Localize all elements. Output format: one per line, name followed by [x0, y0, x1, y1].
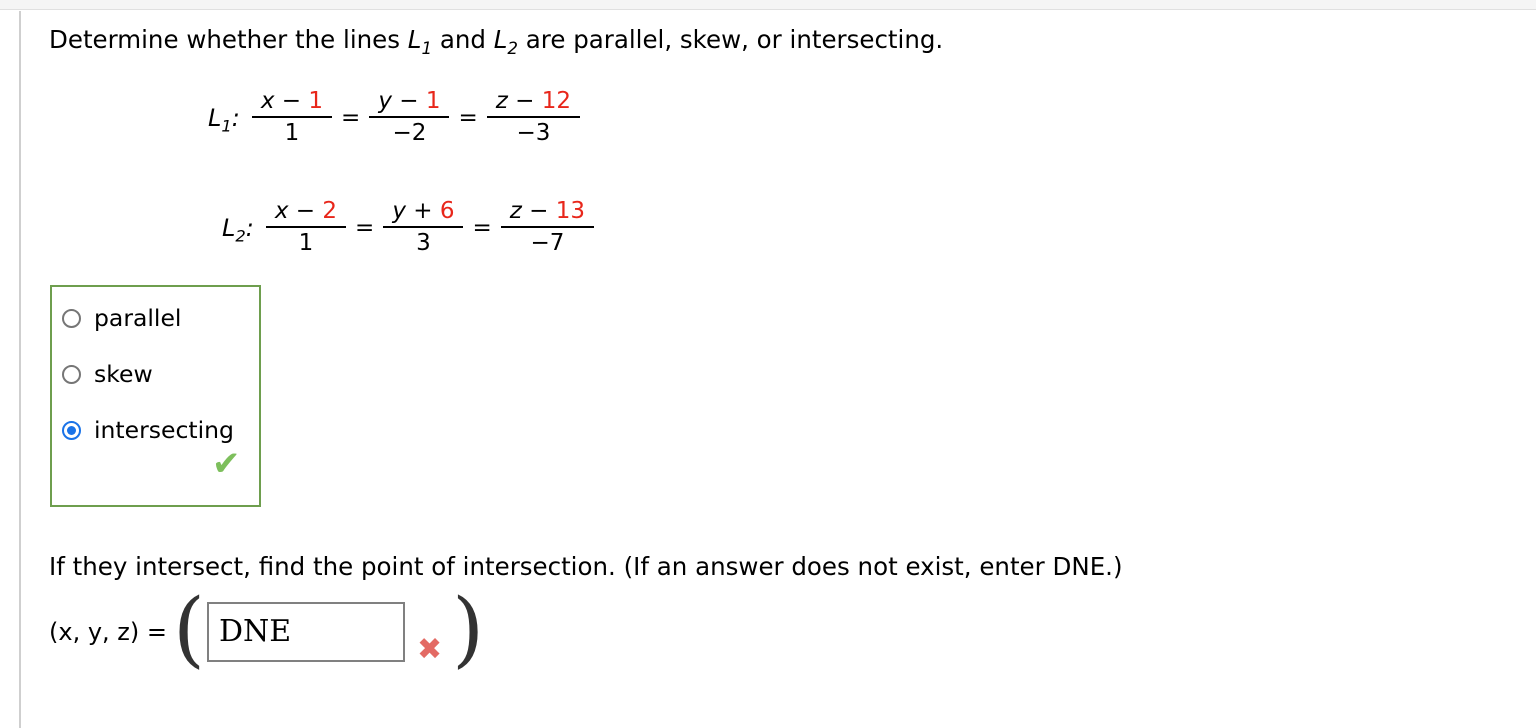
- prompt-text-lead: Determine whether the lines: [49, 25, 408, 54]
- eq2-y-operator: +: [405, 198, 440, 224]
- eq1-z-operator: −: [507, 88, 542, 114]
- eq2-z-variable: z: [509, 198, 522, 224]
- equation-2-numerator-x: x − 2: [266, 198, 346, 226]
- prompt-L2-symbol: L: [493, 25, 508, 54]
- eq2-x-variable: x: [274, 198, 289, 224]
- equation-1-numerator-y: y − 1: [369, 88, 449, 116]
- equation-2-label-letter: L: [222, 214, 236, 243]
- equation-2-numerator-y: y + 6: [383, 198, 463, 226]
- equation-1-denominator-x: 1: [284, 120, 300, 146]
- radio-option-parallel[interactable]: parallel: [62, 303, 181, 333]
- equation-line-2: L2: x − 2 1 = y + 6 3 = z − 13 −7: [222, 198, 597, 256]
- eq2-z-operator: −: [521, 198, 556, 224]
- radio-option-skew[interactable]: skew: [62, 359, 153, 389]
- equation-2-numerator-z: z − 13: [501, 198, 594, 226]
- incorrect-cross-icon: ✖: [416, 631, 443, 667]
- equation-1-numerator-z: z − 12: [487, 88, 580, 116]
- eq1-z-constant: 12: [541, 88, 572, 114]
- close-paren: ): [452, 582, 485, 677]
- prompt-L1-subscript: 1: [421, 38, 433, 58]
- prompt-text-and: and: [432, 25, 494, 54]
- equation-2-label-colon: :: [245, 214, 254, 243]
- prompt-L2-subscript: 2: [507, 38, 518, 58]
- equation-2-fraction-y: y + 6 3: [383, 198, 464, 256]
- question-content: Determine whether the lines L1 and L2 ar…: [0, 0, 1536, 728]
- eq2-y-variable: y: [392, 198, 406, 224]
- eq2-x-operator: −: [288, 198, 323, 224]
- eq2-z-constant: 13: [555, 198, 586, 224]
- radio-label-parallel: parallel: [94, 304, 182, 332]
- prompt-L1-symbol: L: [407, 25, 422, 54]
- eq1-x-constant: 1: [308, 88, 324, 114]
- equation-2-equals-2: =: [472, 215, 492, 241]
- eq1-x-operator: −: [274, 88, 309, 114]
- equation-2-fraction-z: z − 13 −7: [500, 198, 595, 256]
- eq2-y-constant: 6: [439, 198, 455, 224]
- equation-1-equals-1: =: [341, 105, 361, 131]
- equation-1-label-colon: :: [231, 104, 240, 133]
- equation-1-numerator-x: x − 1: [252, 88, 332, 116]
- answer-choice-group: parallel skew intersecting ✔: [50, 285, 261, 507]
- equation-1-fraction-y: y − 1 −2: [369, 88, 450, 146]
- radio-label-intersecting: intersecting: [94, 416, 234, 444]
- equation-1-label-letter: L: [208, 104, 222, 133]
- question-prompt-intersection-point: If they intersect, find the point of int…: [49, 552, 1123, 581]
- radio-icon-parallel[interactable]: [62, 308, 81, 328]
- equation-2-denominator-x: 1: [298, 230, 314, 256]
- equation-1-fraction-x: x − 1 1: [251, 88, 333, 146]
- radio-icon-skew[interactable]: [62, 364, 81, 384]
- question-prompt-parallel-skew: Determine whether the lines L1 and L2 ar…: [49, 25, 943, 59]
- equation-1-equals-2: =: [458, 105, 478, 131]
- prompt-text-tail: are parallel, skew, or intersecting.: [518, 25, 944, 54]
- eq1-y-variable: y: [378, 88, 392, 114]
- equation-1-label-subscript: 1: [221, 116, 232, 136]
- equation-1-denominator-y: −2: [392, 120, 427, 146]
- answer-entry-row: (x, y, z) = ( ✖ ): [49, 582, 485, 677]
- open-paren: (: [172, 582, 205, 677]
- radio-icon-intersecting[interactable]: [62, 420, 81, 440]
- eq1-z-variable: z: [495, 88, 508, 114]
- eq1-x-variable: x: [260, 88, 275, 114]
- correct-check-icon: ✔: [212, 444, 241, 484]
- radio-label-skew: skew: [94, 360, 153, 388]
- eq2-x-constant: 2: [322, 198, 338, 224]
- equation-line-1: L1: x − 1 1 = y − 1 −2 = z − 12 −3: [208, 88, 583, 146]
- equation-2-label: L2:: [222, 214, 263, 246]
- equation-2-fraction-x: x − 2 1: [265, 198, 347, 256]
- equation-2-denominator-z: −7: [530, 230, 565, 256]
- equation-1-denominator-z: −3: [516, 120, 551, 146]
- equation-2-label-subscript: 2: [235, 226, 246, 246]
- eq1-y-operator: −: [391, 88, 426, 114]
- equation-2-denominator-y: 3: [416, 230, 431, 256]
- coordinate-triple-label: (x, y, z) =: [49, 617, 167, 646]
- eq1-y-constant: 1: [425, 88, 441, 114]
- equation-1-label: L1:: [208, 104, 249, 136]
- equation-2-equals-1: =: [355, 215, 375, 241]
- equation-1-fraction-z: z − 12 −3: [486, 88, 581, 146]
- radio-option-intersecting[interactable]: intersecting: [62, 415, 234, 445]
- intersection-point-input[interactable]: [206, 601, 405, 662]
